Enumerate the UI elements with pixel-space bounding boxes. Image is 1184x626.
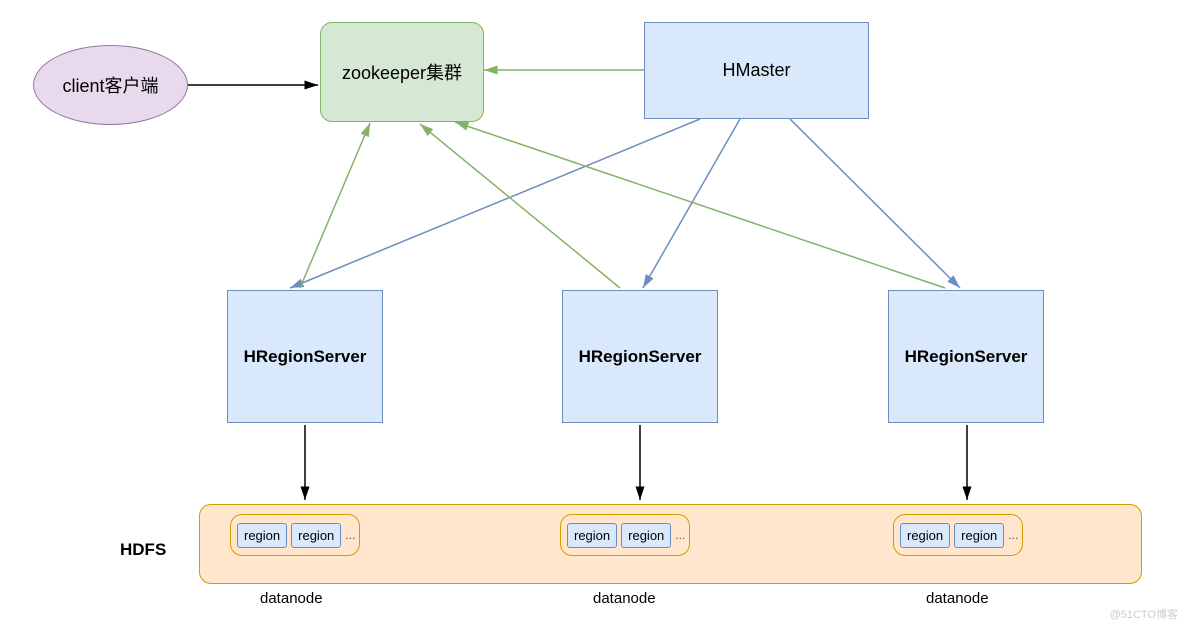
region-box: region [954,523,1004,548]
datanode-3: region region ... [893,514,1023,556]
region-server-3-label: HRegionServer [905,347,1028,367]
region-box: region [567,523,617,548]
region-server-2: HRegionServer [562,290,718,423]
datanode-1-label: datanode [260,590,323,607]
region-server-2-label: HRegionServer [579,347,702,367]
region-box: region [291,523,341,548]
region-box: region [237,523,287,548]
region-server-1-label: HRegionServer [244,347,367,367]
datanode-1: region region ... [230,514,360,556]
client-label: client客户端 [62,72,158,98]
datanode-2-label: datanode [593,590,656,607]
hmaster-label: HMaster [722,60,790,81]
ellipsis: ... [675,528,685,542]
client-node: client客户端 [33,45,188,125]
zookeeper-label: zookeeper集群 [342,59,462,85]
region-box: region [900,523,950,548]
datanode-3-label: datanode [926,590,989,607]
zookeeper-node: zookeeper集群 [320,22,484,122]
datanode-2: region region ... [560,514,690,556]
hmaster-node: HMaster [644,22,869,119]
region-server-1: HRegionServer [227,290,383,423]
hdfs-label: HDFS [120,540,166,560]
watermark: @51CTO博客 [1110,606,1178,622]
region-box: region [621,523,671,548]
ellipsis: ... [345,528,355,542]
ellipsis: ... [1008,528,1018,542]
region-server-3: HRegionServer [888,290,1044,423]
